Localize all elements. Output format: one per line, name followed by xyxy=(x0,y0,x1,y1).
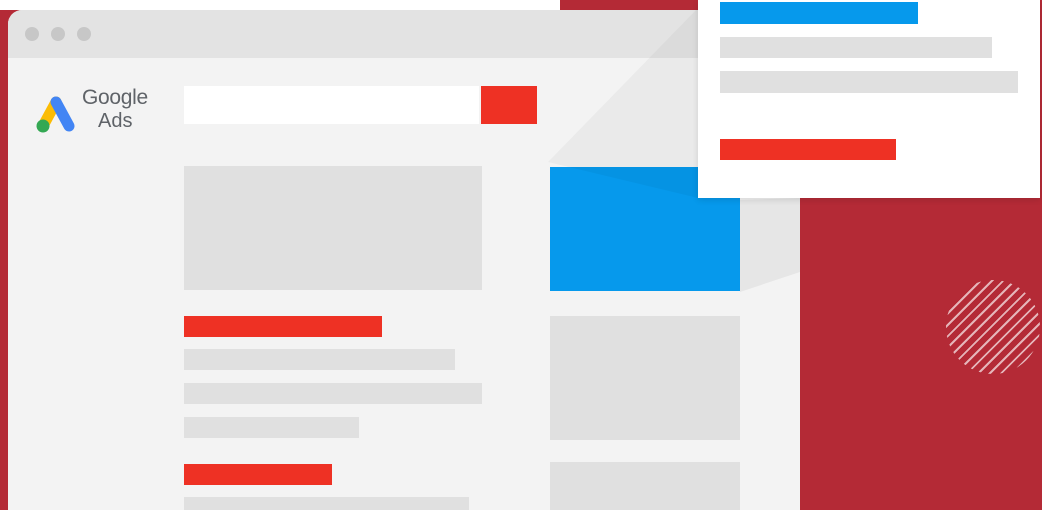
browser-window: Google Ads xyxy=(8,10,800,510)
card-text-line xyxy=(720,71,1018,93)
top-white-strip xyxy=(0,0,560,10)
ad-preview-card[interactable] xyxy=(698,0,1040,198)
card-header-bar xyxy=(720,2,918,24)
perspective-shadow xyxy=(740,198,800,292)
card-text-line xyxy=(720,37,992,58)
hatch-circle-decoration xyxy=(946,280,1040,374)
card-cta-bar[interactable] xyxy=(720,139,896,160)
